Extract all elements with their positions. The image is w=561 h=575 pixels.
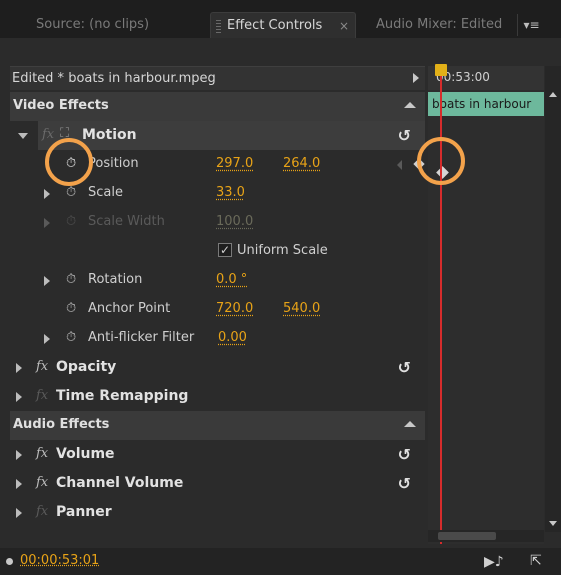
effect-time-remapping[interactable]: fx Time Remapping (10, 382, 425, 411)
stopwatch-icon[interactable]: ⏱ (66, 301, 76, 316)
fx-icon: fx (36, 504, 49, 519)
fx-icon[interactable]: fx (36, 475, 48, 490)
expand-right-icon[interactable] (16, 392, 22, 402)
anchor-point-x-value[interactable]: 720.0 (216, 301, 253, 316)
horizontal-scrollbar[interactable] (428, 530, 544, 542)
expand-right-icon[interactable] (44, 276, 50, 286)
property-scale-width: ⏱ Scale Width 100.0 (10, 208, 425, 237)
previous-keyframe-icon[interactable] (397, 160, 402, 170)
effect-opacity[interactable]: fx Opacity ↺ (10, 353, 425, 382)
collapse-up-icon[interactable] (404, 421, 416, 427)
stopwatch-icon[interactable]: ⏱ (66, 330, 76, 345)
volume-label: Volume (56, 446, 115, 462)
playhead-handle-icon[interactable] (435, 64, 447, 76)
highlight-circle-stopwatch (45, 138, 93, 186)
reset-icon[interactable]: ↺ (398, 474, 411, 493)
anchor-point-y-value[interactable]: 540.0 (283, 301, 320, 316)
time-remapping-label: Time Remapping (56, 388, 189, 404)
tab-effect-controls[interactable]: Effect Controls × (210, 12, 356, 38)
status-footer: 00:00:53:01 ▶♪ ⇱ (0, 548, 561, 575)
scale-width-value: 100.0 (216, 214, 254, 229)
effect-motion[interactable]: fx ⛶ Motion ↺ (18, 121, 425, 150)
position-label: Position (88, 156, 139, 171)
stopwatch-icon: ⏱ (66, 214, 77, 229)
stopwatch-icon[interactable]: ⏱ (66, 185, 76, 200)
opacity-label: Opacity (56, 359, 117, 375)
anti-flicker-value[interactable]: 0.00 (218, 330, 247, 345)
effect-channel-volume[interactable]: fx Channel Volume ↺ (10, 469, 425, 498)
expand-right-icon[interactable] (44, 189, 50, 199)
clip-title: Edited * boats in harbour.mpeg (12, 71, 216, 86)
rotation-label: Rotation (88, 272, 143, 287)
scroll-thumb[interactable] (438, 532, 496, 540)
clip-header: Edited * boats in harbour.mpeg (10, 66, 425, 90)
property-anchor-point[interactable]: ⏱ Anchor Point 720.0 540.0 (10, 295, 425, 324)
reset-icon[interactable]: ↺ (398, 445, 411, 464)
fx-icon: fx (36, 388, 49, 403)
position-y-value[interactable]: 264.0 (283, 156, 320, 171)
tab-source[interactable]: Source: (no clips) (36, 12, 149, 38)
timeline-clip[interactable]: boats in harbour (428, 92, 544, 116)
property-rotation[interactable]: ⏱ Rotation 0.0 ° (10, 266, 425, 295)
fx-icon[interactable]: fx (42, 127, 54, 142)
highlight-circle-keyframe (417, 137, 465, 185)
play-audio-icon[interactable]: ▶♪ (484, 554, 504, 570)
property-anti-flicker[interactable]: ⏱ Anti-flicker Filter 0.00 (10, 324, 425, 353)
audio-effects-label: Audio Effects (13, 417, 110, 432)
channel-volume-label: Channel Volume (56, 475, 184, 491)
status-dot-icon (6, 558, 13, 565)
expand-down-icon[interactable] (18, 133, 28, 139)
video-effects-label: Video Effects (13, 98, 109, 113)
collapse-up-icon[interactable] (404, 102, 416, 108)
video-effects-header[interactable]: Video Effects (10, 92, 425, 121)
expand-right-icon[interactable] (16, 450, 22, 460)
uniform-scale-checkbox[interactable]: ✓ (218, 243, 232, 257)
expand-right-icon (44, 218, 50, 228)
property-uniform-scale[interactable]: ✓ Uniform Scale (10, 237, 425, 266)
effect-panner[interactable]: fx Panner (10, 498, 425, 527)
panner-label: Panner (56, 504, 112, 520)
uniform-scale-label[interactable]: Uniform Scale (237, 243, 328, 258)
reset-icon[interactable]: ↺ (398, 126, 411, 145)
scroll-down-icon[interactable] (549, 521, 557, 526)
scroll-up-icon[interactable] (549, 92, 557, 97)
scale-value[interactable]: 33.0 (216, 185, 245, 200)
fx-icon[interactable]: fx (36, 446, 48, 461)
rotation-value[interactable]: 0.0 ° (216, 272, 247, 287)
tab-grip-icon[interactable] (216, 20, 221, 33)
play-triangle-icon[interactable] (413, 73, 419, 83)
effect-volume[interactable]: fx Volume ↺ (10, 440, 425, 469)
anchor-point-label: Anchor Point (88, 301, 171, 316)
vertical-scrollbar[interactable] (545, 66, 561, 532)
current-timecode[interactable]: 00:00:53:01 (20, 553, 99, 568)
position-x-value[interactable]: 297.0 (216, 156, 253, 171)
reset-icon[interactable]: ↺ (398, 358, 411, 377)
close-icon[interactable]: × (339, 13, 349, 39)
panel-menu-icon[interactable]: ▾≡ (517, 14, 545, 36)
stopwatch-icon[interactable]: ⏱ (66, 272, 76, 287)
scale-label: Scale (88, 185, 123, 200)
expand-right-icon[interactable] (16, 479, 22, 489)
export-icon[interactable]: ⇱ (530, 553, 542, 569)
fx-icon[interactable]: fx (36, 359, 48, 374)
motion-label: Motion (82, 127, 137, 143)
tab-audio-mixer[interactable]: Audio Mixer: Edited (376, 12, 502, 38)
expand-right-icon[interactable] (16, 508, 22, 518)
tab-effect-controls-label: Effect Controls (227, 18, 323, 33)
expand-right-icon[interactable] (44, 334, 50, 344)
expand-right-icon[interactable] (16, 363, 22, 373)
audio-effects-header[interactable]: Audio Effects (10, 411, 425, 440)
panel-tab-bar: Source: (no clips) Effect Controls × Aud… (0, 0, 561, 38)
scale-width-label: Scale Width (88, 214, 165, 229)
anti-flicker-label: Anti-flicker Filter (88, 330, 195, 345)
